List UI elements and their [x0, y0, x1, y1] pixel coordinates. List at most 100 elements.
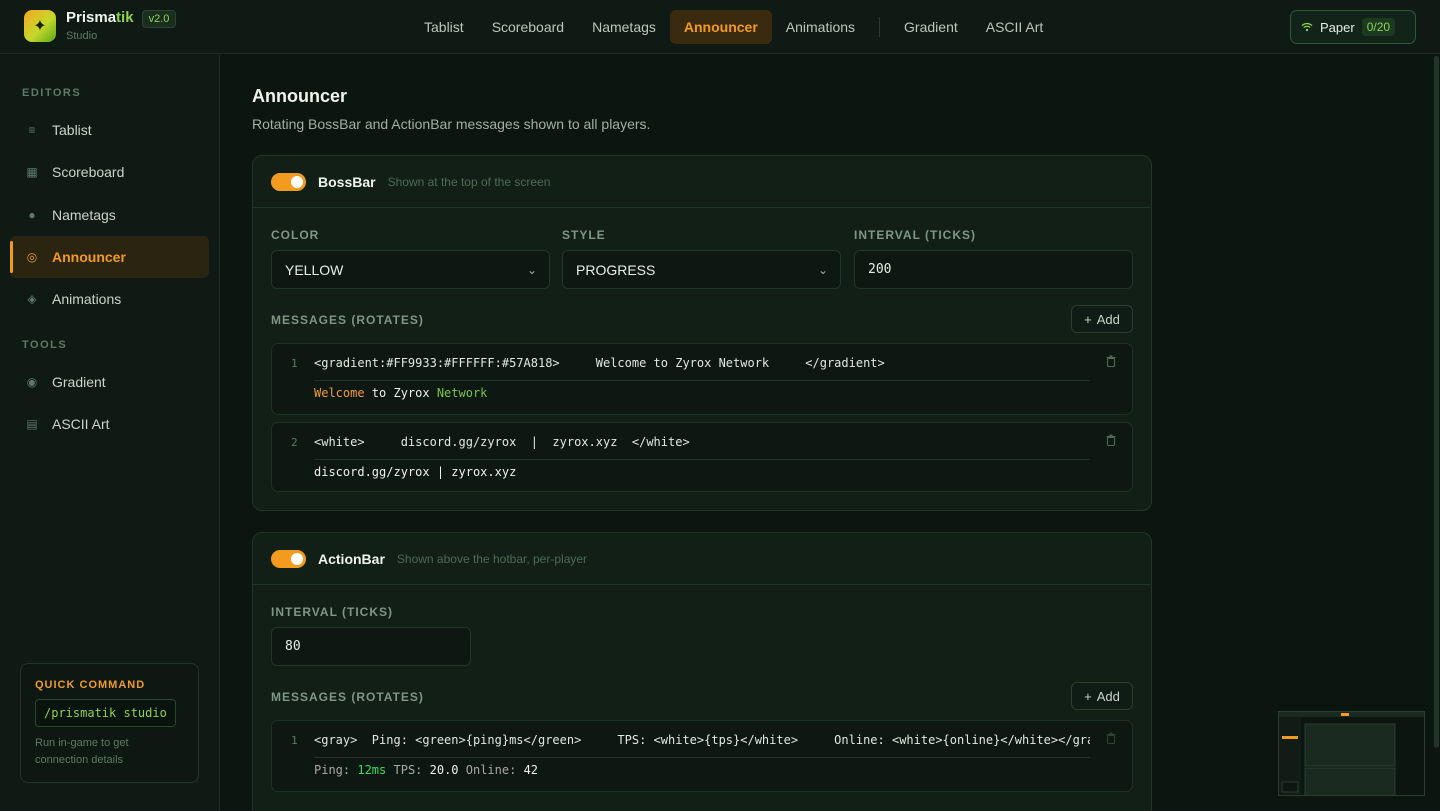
- minimap-thumbnail: [1279, 712, 1424, 795]
- message-preview: Welcome to Zyrox Network: [314, 386, 487, 400]
- quick-command-note: Run in-game to get connection details: [35, 735, 184, 769]
- message-number: 2: [291, 436, 298, 449]
- message-number: 1: [291, 357, 298, 370]
- wifi-icon: [1301, 22, 1313, 32]
- nav-tab-scoreboard[interactable]: Scoreboard: [478, 10, 578, 44]
- trash-icon[interactable]: [1106, 434, 1116, 446]
- broadcast-icon: ◎: [26, 250, 38, 264]
- message-number: 1: [291, 734, 298, 747]
- page-minimap[interactable]: [1278, 711, 1425, 796]
- preview-segment: Network: [436, 386, 488, 400]
- sidebar-item-label: Gradient: [52, 374, 106, 390]
- color-select-value: YELLOW: [285, 261, 344, 278]
- sidebar-item-ascii-art[interactable]: ▤ ASCII Art: [10, 403, 209, 445]
- logo-icon: ✦: [24, 10, 56, 42]
- bossbar-interval-input[interactable]: 200: [854, 250, 1133, 289]
- bossbar-card-header: BossBar Shown at the top of the screen: [253, 156, 1151, 208]
- style-select-value: PROGRESS: [576, 261, 656, 278]
- nav-tab-gradient[interactable]: Gradient: [890, 10, 972, 44]
- sidebar-item-label: Announcer: [52, 249, 126, 265]
- preview-segment: Online:: [458, 763, 524, 777]
- actionbar-card: ActionBar Shown above the hotbar, per-pl…: [252, 532, 1152, 811]
- top-bar: ✦ Prismatik Studio v2.0 Tablist Scoreboa…: [0, 0, 1440, 54]
- plus-icon: +: [1084, 311, 1092, 327]
- top-nav: Tablist Scoreboard Nametags Announcer An…: [410, 10, 1057, 44]
- editors-heading: EDITORS: [22, 87, 82, 99]
- quick-note-line: connection details: [35, 754, 124, 766]
- sidebar: EDITORS ≡ Tablist ▦ Scoreboard ● Nametag…: [0, 55, 220, 811]
- grid-icon: ▤: [26, 417, 38, 431]
- nav-tab-ascii-art[interactable]: ASCII Art: [972, 10, 1058, 44]
- message-source-input[interactable]: <white> discord.gg/zyrox | zyrox.xyz </w…: [314, 435, 1090, 460]
- trash-icon[interactable]: [1106, 355, 1116, 367]
- brand-text: Prismatik Studio: [66, 10, 134, 43]
- grid-icon: ▦: [26, 165, 38, 179]
- nav-tab-tablist[interactable]: Tablist: [410, 10, 478, 44]
- quick-command-panel: QUICK COMMAND /prismatik studio Run in-g…: [20, 663, 199, 783]
- bossbar-title: BossBar: [318, 173, 376, 190]
- messages-label: MESSAGES (ROTATES): [271, 690, 424, 704]
- sidebar-item-scoreboard[interactable]: ▦ Scoreboard: [10, 151, 209, 193]
- preview-segment: TPS:: [386, 763, 430, 777]
- nav-tab-animations[interactable]: Animations: [772, 10, 869, 44]
- sidebar-item-gradient[interactable]: ◉ Gradient: [10, 361, 209, 403]
- bossbar-enable-toggle[interactable]: [271, 172, 306, 191]
- preview-segment: Ping:: [314, 763, 358, 777]
- brand-name: Prismatik: [66, 10, 134, 26]
- sidebar-item-animations[interactable]: ◈ Animations: [10, 278, 209, 320]
- sidebar-item-label: Scoreboard: [52, 164, 125, 180]
- preview-segment: 20.0: [429, 763, 459, 777]
- add-actionbar-message-button[interactable]: + Add: [1071, 682, 1133, 710]
- preview-segment: Welcome: [314, 386, 365, 400]
- player-count-badge: 0/20: [1361, 18, 1396, 36]
- brand-name-accent: tik: [116, 9, 134, 26]
- bossbar-card: BossBar Shown at the top of the screen C…: [252, 155, 1152, 511]
- message-source-input[interactable]: <gray> Ping: <green>{ping}ms</green> TPS…: [314, 733, 1090, 758]
- actionbar-enable-toggle[interactable]: [271, 549, 306, 568]
- nav-tab-nametags[interactable]: Nametags: [578, 10, 670, 44]
- brand-name-main: Prisma: [66, 9, 117, 26]
- message-source-input[interactable]: <gradient:#FF9933:#FFFFFF:#57A818> Welco…: [314, 356, 1090, 381]
- server-status-button[interactable]: Paper 0/20: [1290, 10, 1416, 44]
- messages-label: MESSAGES (ROTATES): [271, 313, 424, 327]
- add-button-label: Add: [1096, 688, 1120, 704]
- diamond-icon: ◈: [27, 292, 37, 306]
- page-subtitle: Rotating BossBar and ActionBar messages …: [252, 116, 651, 132]
- preview-segment: discord.gg/zyrox | zyrox.xyz: [314, 465, 517, 479]
- gradient-icon: ◉: [26, 375, 38, 389]
- quick-note-line: Run in-game to get: [35, 737, 129, 749]
- sidebar-item-label: Tablist: [52, 122, 92, 138]
- circle-icon: ●: [28, 208, 36, 222]
- quick-command-title: QUICK COMMAND: [35, 679, 146, 691]
- sidebar-item-label: ASCII Art: [52, 416, 110, 432]
- message-preview: discord.gg/zyrox | zyrox.xyz: [314, 465, 516, 479]
- color-select[interactable]: YELLOW ⌄: [271, 250, 550, 289]
- tools-heading: TOOLS: [22, 339, 68, 351]
- brand[interactable]: ✦ Prismatik Studio v2.0: [24, 10, 177, 44]
- plus-icon: +: [1084, 688, 1092, 704]
- color-label: COLOR: [271, 228, 320, 242]
- message-row: 1 <gray> Ping: <green>{ping}ms</green> T…: [271, 720, 1133, 792]
- add-button-label: Add: [1096, 311, 1120, 327]
- message-row: 2 <white> discord.gg/zyrox | zyrox.xyz <…: [271, 422, 1133, 492]
- scrollbar-thumb[interactable]: [1434, 56, 1439, 748]
- add-bossbar-message-button[interactable]: + Add: [1071, 305, 1133, 333]
- actionbar-title: ActionBar: [318, 550, 385, 567]
- actionbar-card-header: ActionBar Shown above the hotbar, per-pl…: [253, 533, 1151, 585]
- interval-label: INTERVAL (TICKS): [271, 605, 394, 619]
- chevron-down-icon: ⌄: [526, 263, 537, 277]
- actionbar-interval-input[interactable]: 80: [271, 627, 471, 666]
- preview-segment: 12ms: [357, 763, 387, 777]
- list-icon: ≡: [28, 123, 36, 137]
- nav-tab-announcer[interactable]: Announcer: [669, 10, 772, 44]
- page-title: Announcer: [252, 86, 348, 106]
- interval-label: INTERVAL (TICKS): [854, 228, 977, 242]
- quick-command-code[interactable]: /prismatik studio: [35, 699, 176, 727]
- style-select[interactable]: PROGRESS ⌄: [562, 250, 841, 289]
- sidebar-item-tablist[interactable]: ≡ Tablist: [10, 109, 209, 151]
- sidebar-item-nametags[interactable]: ● Nametags: [10, 194, 209, 236]
- sidebar-item-label: Nametags: [52, 207, 116, 223]
- trash-icon[interactable]: [1106, 732, 1116, 744]
- message-row: 1 <gradient:#FF9933:#FFFFFF:#57A818> Wel…: [271, 343, 1133, 415]
- sidebar-item-announcer[interactable]: ◎ Announcer: [10, 236, 209, 278]
